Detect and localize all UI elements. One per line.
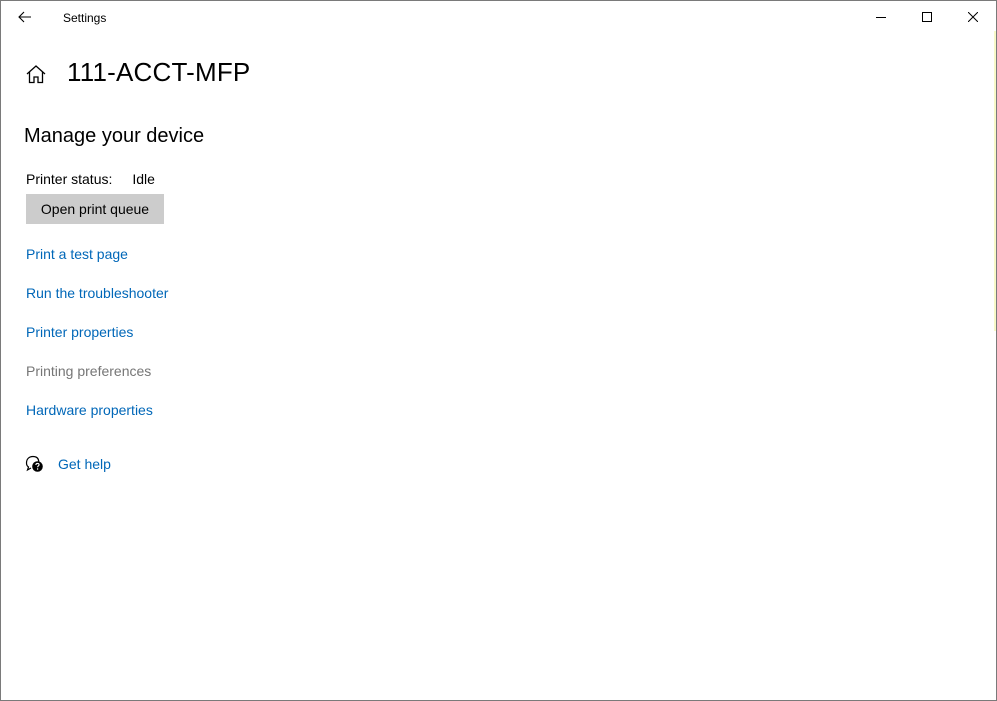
- section-heading: Manage your device: [24, 125, 205, 147]
- printer-status-value: Idle: [132, 171, 155, 187]
- settings-window: Settings 111-ACCT-MFP Manage your device…: [0, 0, 997, 701]
- home-icon[interactable]: [25, 63, 47, 85]
- hardware-properties-link[interactable]: Hardware properties: [26, 402, 153, 418]
- window-edge-highlight: [994, 31, 996, 331]
- close-button[interactable]: [950, 1, 996, 33]
- open-print-queue-button[interactable]: Open print queue: [26, 194, 164, 224]
- maximize-icon: [922, 12, 932, 22]
- title-bar: Settings: [1, 1, 996, 33]
- printer-properties-link[interactable]: Printer properties: [26, 324, 133, 340]
- close-icon: [968, 12, 978, 22]
- printing-preferences-link: Printing preferences: [26, 363, 152, 379]
- help-chat-icon: [25, 455, 43, 472]
- window-title: Settings: [63, 11, 107, 25]
- get-help-link[interactable]: Get help: [58, 456, 111, 472]
- print-test-page-link[interactable]: Print a test page: [26, 246, 128, 262]
- printer-status-label: Printer status:: [26, 171, 113, 187]
- run-troubleshooter-link[interactable]: Run the troubleshooter: [26, 285, 168, 301]
- minimize-icon: [876, 17, 886, 18]
- back-button[interactable]: [9, 3, 41, 31]
- page-title: 111-ACCT-MFP: [67, 57, 251, 87]
- maximize-button[interactable]: [904, 1, 950, 33]
- minimize-button[interactable]: [858, 1, 904, 33]
- printer-status-row: Printer status: Idle: [26, 171, 155, 187]
- back-arrow-icon: [18, 11, 31, 23]
